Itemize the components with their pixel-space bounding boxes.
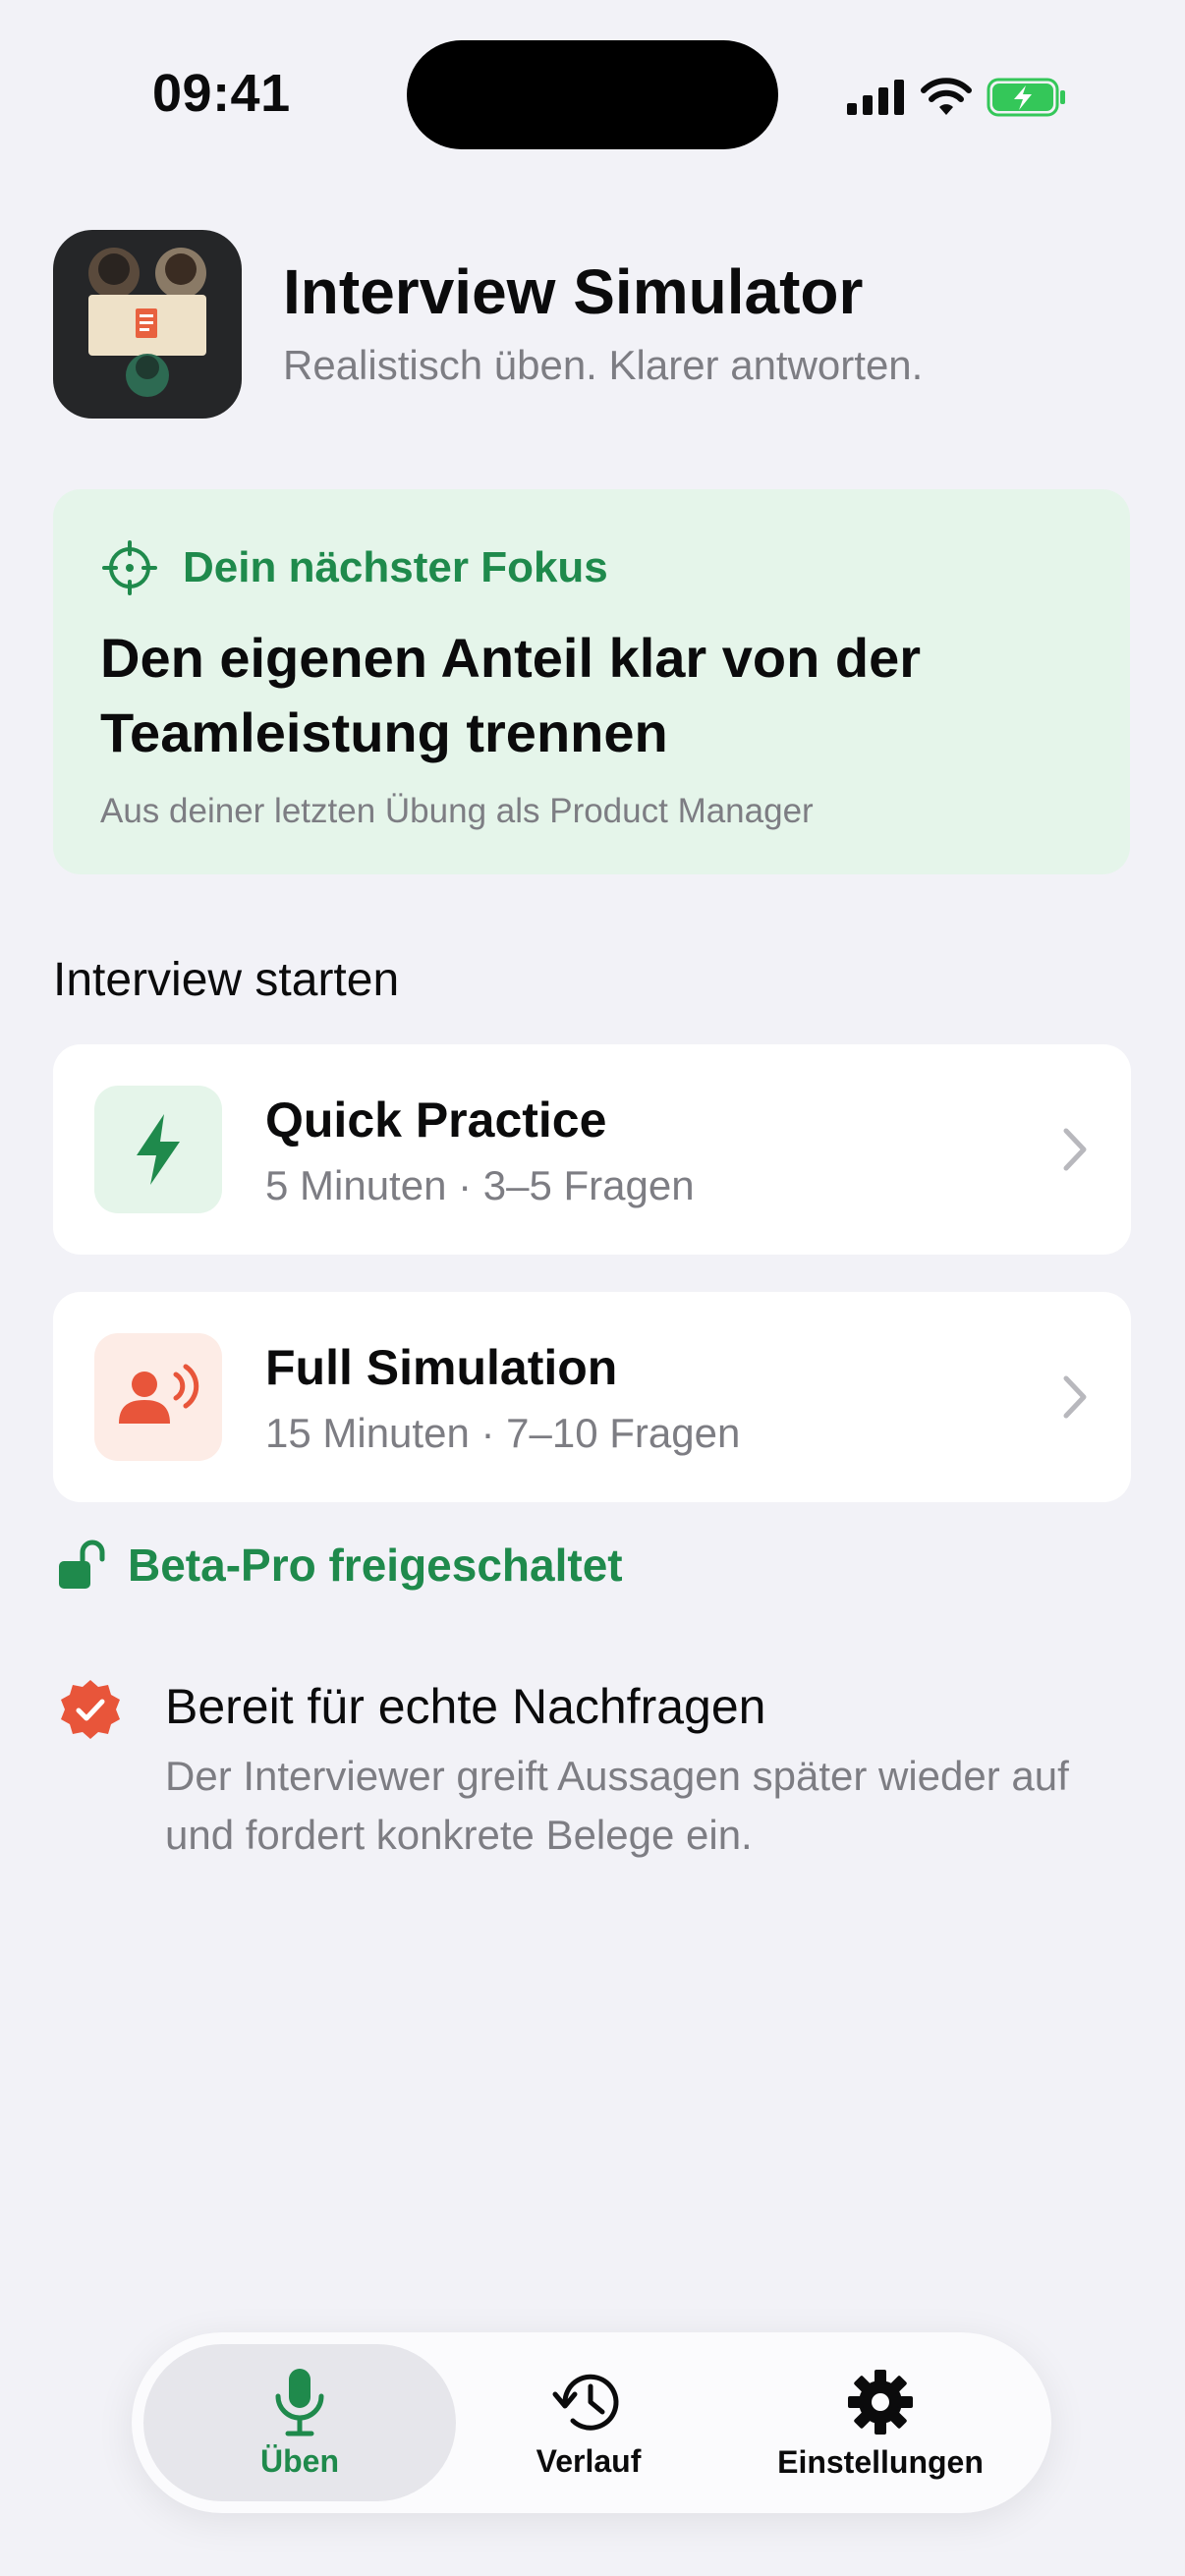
tab-einstellungen-label: Einstellungen (777, 2443, 984, 2480)
gear-icon (848, 2369, 913, 2435)
quick-practice-tile (94, 1086, 222, 1213)
unlocked-lock-icon (59, 1540, 105, 1589)
tab-ueben-label: Üben (260, 2442, 339, 2479)
quick-practice-subtitle: 5 Minuten · 3–5 Fragen (265, 1162, 695, 1208)
focus-note: Aus deiner letzten Übung als Product Man… (100, 792, 814, 830)
cellular-signal-icon (847, 80, 904, 115)
ready-description: Der Interviewer greift Aussagen später w… (165, 1753, 1069, 1858)
tab-einstellungen[interactable]: Einstellungen (721, 2344, 1040, 2501)
verified-badge-icon (61, 1680, 120, 1739)
app-icon (53, 230, 242, 419)
tab-verlauf[interactable]: Verlauf (456, 2344, 721, 2501)
microphone-icon (275, 2368, 324, 2436)
focus-title: Den eigenen Anteil klar von der Teamleis… (100, 627, 922, 763)
status-time: 09:41 (152, 64, 291, 123)
focus-eyebrow: Dein nächster Fokus (102, 540, 608, 595)
section-title: Interview starten (53, 954, 400, 1006)
tab-bar: Üben Verlauf Einstellungen (132, 2332, 1051, 2513)
chevron-right-icon (1063, 1375, 1087, 1419)
status-icons (847, 73, 1067, 122)
speaking-person-icon (119, 1364, 199, 1424)
bolt-icon (137, 1114, 180, 1185)
full-simulation-title: Full Simulation (265, 1340, 618, 1395)
history-icon (552, 2374, 619, 2431)
quick-practice-title: Quick Practice (265, 1092, 607, 1148)
quick-practice-card[interactable]: Quick Practice 5 Minuten · 3–5 Fragen (53, 1044, 1131, 1255)
wifi-icon (921, 78, 972, 115)
target-icon (102, 540, 157, 595)
full-simulation-subtitle: 15 Minuten · 7–10 Fragen (265, 1410, 741, 1456)
tab-verlauf-label: Verlauf (536, 2442, 642, 2479)
beta-pro-status: Beta-Pro freigeschaltet (57, 1539, 623, 1592)
full-simulation-card[interactable]: Full Simulation 15 Minuten · 7–10 Fragen (53, 1292, 1131, 1502)
app-subtitle: Realistisch üben. Klarer antworten. (283, 342, 924, 388)
dynamic-island (407, 40, 778, 149)
full-simulation-tile (94, 1333, 222, 1461)
beta-pro-label: Beta-Pro freigeschaltet (128, 1540, 623, 1591)
tab-ueben[interactable]: Üben (143, 2344, 456, 2501)
ready-title: Bereit für echte Nachfragen (165, 1679, 766, 1734)
chevron-right-icon (1063, 1128, 1087, 1171)
focus-eyebrow-label: Dein nächster Fokus (183, 543, 608, 591)
app-title: Interview Simulator (283, 256, 864, 327)
battery-charging-icon (987, 78, 1065, 117)
